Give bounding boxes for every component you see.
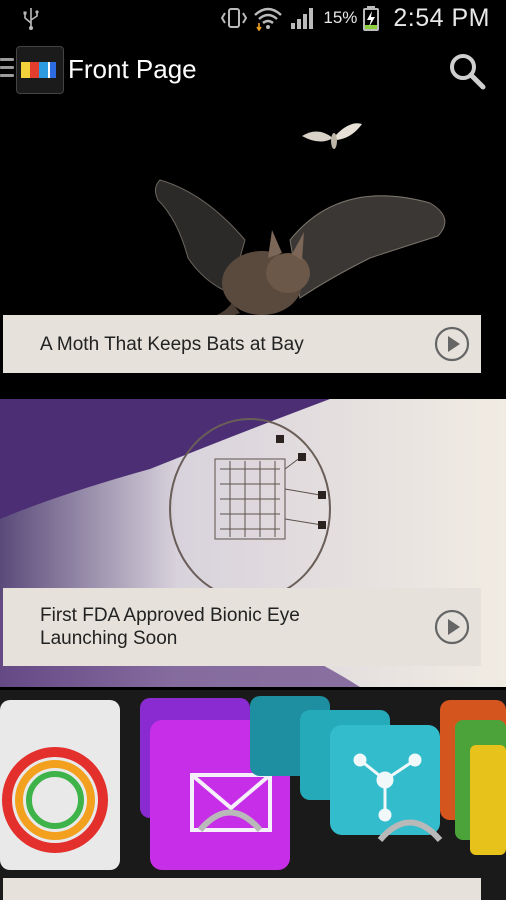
signal-icon	[291, 8, 314, 29]
clock: 2:54 PM	[393, 3, 490, 32]
story-image-app-icons	[0, 690, 506, 900]
story-title[interactable]: First FDA Approved Bionic Eye Launching …	[40, 604, 340, 650]
story-card[interactable]: First FDA Approved Bionic Eye Launching …	[0, 399, 506, 687]
search-icon[interactable]	[445, 50, 489, 94]
status-bar: 15% 2:54 PM	[0, 0, 506, 36]
story-caption[interactable]: A Moth That Keeps Bats at Bay	[3, 315, 481, 373]
usb-icon	[23, 8, 39, 30]
story-caption[interactable]: First FDA Approved Bionic Eye Launching …	[3, 588, 481, 666]
vibrate-icon	[221, 8, 248, 28]
page-title: Front Page	[68, 54, 197, 84]
app-logo-icon[interactable]	[16, 46, 64, 94]
action-bar: Front Page	[0, 36, 506, 108]
story-card[interactable]: A Moth That Keeps Bats at Bay	[0, 108, 506, 384]
play-icon[interactable]	[434, 609, 470, 645]
battery-percent: 15%	[323, 8, 358, 27]
story-caption[interactable]	[3, 878, 481, 900]
story-title[interactable]: A Moth That Keeps Bats at Bay	[40, 333, 421, 356]
menu-icon[interactable]	[0, 58, 14, 80]
story-card[interactable]	[0, 690, 506, 900]
wifi-icon	[254, 7, 283, 31]
play-icon[interactable]	[434, 326, 470, 362]
battery-charging-icon	[363, 6, 380, 31]
